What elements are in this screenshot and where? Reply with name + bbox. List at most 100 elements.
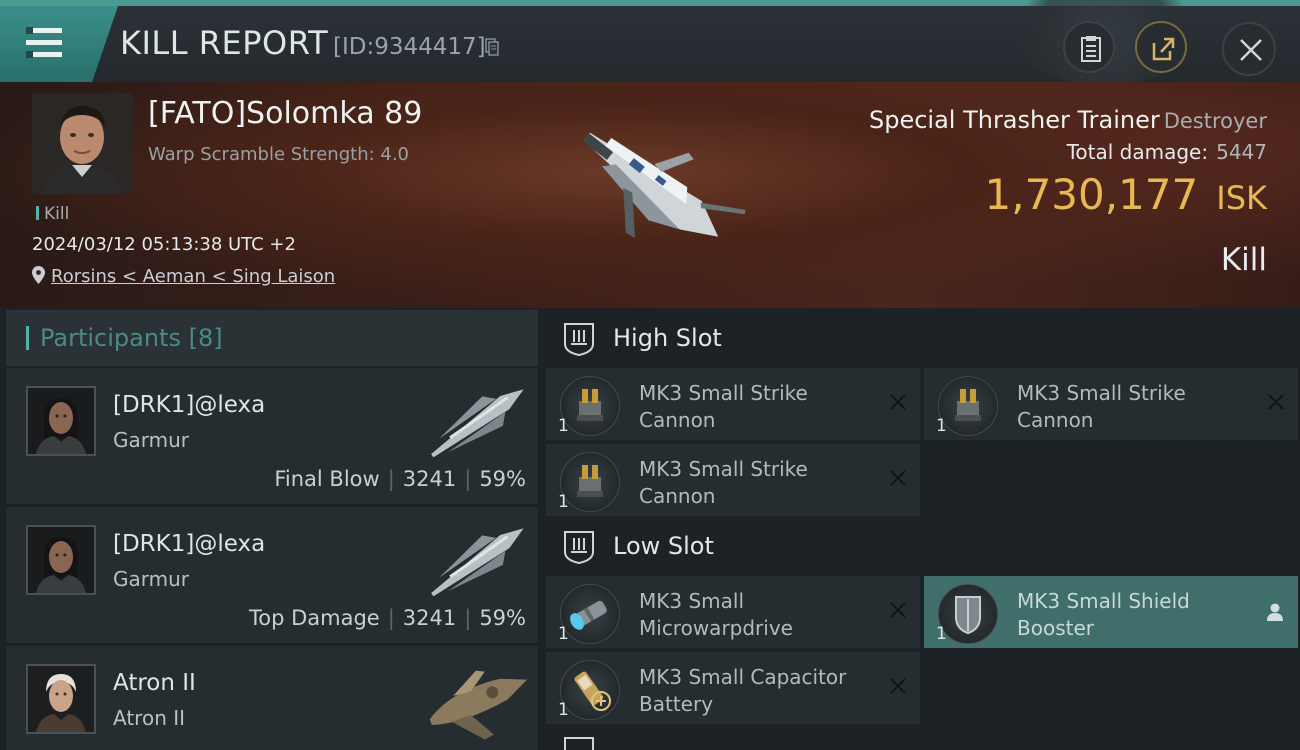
menu-button[interactable] [0, 6, 118, 82]
total-damage: Total damage: 5447 [1067, 140, 1267, 164]
participant-percent: 59% [479, 467, 526, 491]
isk-unit: ISK [1216, 179, 1267, 217]
kill-location[interactable]: Rorsins < Aeman < Sing Laison [32, 266, 335, 287]
participant-row[interactable]: [DRK1]@lexa Garmur Top Damage | 3241 | 59% [6, 507, 538, 643]
module-quantity: 1 [558, 416, 569, 436]
victim-name[interactable]: [FATO]Solomka 89 [148, 96, 422, 131]
share-icon [1152, 37, 1175, 61]
destroyed-x-icon [1268, 394, 1284, 410]
destroyed-x-icon [890, 602, 906, 618]
participant-percent: 59% [479, 606, 526, 630]
module-item-selected[interactable]: 1 MK3 Small Shield Booster [924, 576, 1298, 648]
module-quantity: 1 [936, 624, 947, 644]
participant-ship-image [429, 670, 528, 740]
top-bar: KILL REPORT [ID:9344417] [0, 0, 1300, 86]
destroyed-x-icon [890, 394, 906, 410]
mid-slot-icon [564, 737, 594, 750]
module-name: MK3 Small Strike Cannon [639, 457, 808, 508]
module-item[interactable]: 1 MK3 Small Capacitor Battery [546, 652, 920, 724]
capacitor-battery-icon [560, 660, 620, 720]
participant-ship-image [431, 389, 524, 458]
divider: | [387, 467, 395, 491]
victim-ship-image [583, 132, 746, 238]
module-item[interactable]: 1 MK3 Small Microwarpdrive [546, 576, 920, 648]
low-slot-icon [564, 531, 594, 564]
close-icon [1240, 39, 1262, 61]
participant-avatar[interactable] [26, 386, 96, 456]
module-name: MK3 Small Strike Cannon [1017, 381, 1186, 432]
isk-value: 1,730,177 ISK [985, 170, 1268, 219]
location-pin-icon [32, 266, 45, 284]
participants-title: Participants [8] [40, 324, 223, 352]
high-slot-label: High Slot [613, 324, 722, 352]
participant-ship: Garmur [113, 567, 190, 591]
low-slot-header: Low Slot [546, 518, 1300, 578]
location-link[interactable]: Rorsins < Aeman < Sing Laison [51, 266, 335, 287]
participant-role: Top Damage [248, 606, 380, 630]
page-title: KILL REPORT [120, 24, 329, 62]
menu-icon-notch [26, 51, 33, 58]
divider: | [464, 606, 472, 630]
mid-slot-header [546, 730, 1300, 750]
participant-name: Atron II [113, 670, 196, 696]
destroyed-x-icon [890, 470, 906, 486]
clipboard-button[interactable] [1063, 21, 1115, 73]
dropped-person-icon [1267, 603, 1283, 621]
close-button[interactable] [1222, 22, 1276, 76]
participant-ship-image [431, 528, 524, 597]
participant-stats: Final Blow | 3241 | 59% [274, 467, 526, 491]
victim-banner: [FATO]Solomka 89 Warp Scramble Strength:… [0, 82, 1300, 308]
shield-booster-icon [938, 584, 998, 644]
microwarpdrive-icon [560, 584, 620, 644]
module-quantity: 1 [558, 492, 569, 512]
participant-damage: 3241 [402, 606, 457, 630]
module-name: MK3 Small Capacitor Battery [639, 665, 847, 716]
participant-name: [DRK1]@lexa [113, 531, 266, 557]
participant-avatar[interactable] [26, 664, 96, 734]
module-quantity: 1 [558, 700, 569, 720]
module-name: MK3 Small Shield Booster [1017, 589, 1190, 640]
victim-avatar[interactable] [32, 93, 133, 194]
participant-avatar[interactable] [26, 525, 96, 595]
report-id: [ID:9344417] [333, 34, 486, 60]
low-slot-label: Low Slot [613, 532, 714, 560]
module-item[interactable]: 1 MK3 Small Strike Cannon [546, 444, 920, 516]
clipboard-icon [1081, 36, 1101, 62]
high-slot-header: High Slot [546, 310, 1300, 370]
participant-stats: Top Damage | 3241 | 59% [249, 606, 526, 630]
participant-role: Final Blow [274, 467, 380, 491]
menu-icon-bar [26, 40, 62, 45]
participant-ship: Atron II [113, 706, 186, 730]
cannon-icon [560, 452, 620, 512]
share-button[interactable] [1135, 21, 1187, 73]
participant-row[interactable]: [DRK1]@lexa Garmur Final Blow | 3241 | 59% [6, 368, 538, 504]
module-quantity: 1 [936, 416, 947, 436]
module-item[interactable]: 1 MK3 Small Strike Cannon [924, 368, 1298, 440]
module-name: MK3 Small Strike Cannon [639, 381, 808, 432]
destroyed-x-icon [890, 678, 906, 694]
cannon-icon [938, 376, 998, 436]
module-name: MK3 Small Microwarpdrive [639, 589, 793, 640]
total-damage-value: 5447 [1216, 140, 1267, 164]
module-item[interactable]: 1 MK3 Small Strike Cannon [546, 368, 920, 440]
participants-list[interactable]: [DRK1]@lexa Garmur Final Blow | 3241 | 59% [6, 368, 538, 750]
participant-ship: Garmur [113, 428, 190, 452]
kill-datetime: 2024/03/12 05:13:38 UTC +2 [32, 234, 296, 255]
isk-amount: 1,730,177 [984, 170, 1199, 219]
participants-header[interactable]: Participants [8] [6, 310, 538, 366]
copy-icon[interactable] [485, 38, 499, 56]
total-damage-label: Total damage: [1066, 140, 1209, 164]
participant-name: [DRK1]@lexa [113, 392, 266, 418]
result-label: Kill [1220, 242, 1267, 278]
menu-icon-notch [26, 27, 33, 34]
participant-row[interactable]: Atron II Atron II [6, 646, 538, 750]
divider: | [387, 606, 395, 630]
ship-class: Destroyer [1163, 109, 1267, 133]
module-quantity: 1 [558, 624, 569, 644]
ship-name-text: Special Thrasher Trainer [868, 106, 1160, 134]
warp-scramble-strength: Warp Scramble Strength: 4.0 [148, 144, 410, 165]
divider: | [464, 467, 472, 491]
cannon-icon [560, 376, 620, 436]
participants-accent [26, 326, 29, 350]
victim-ship-name: Special Thrasher Trainer Destroyer [869, 106, 1267, 134]
